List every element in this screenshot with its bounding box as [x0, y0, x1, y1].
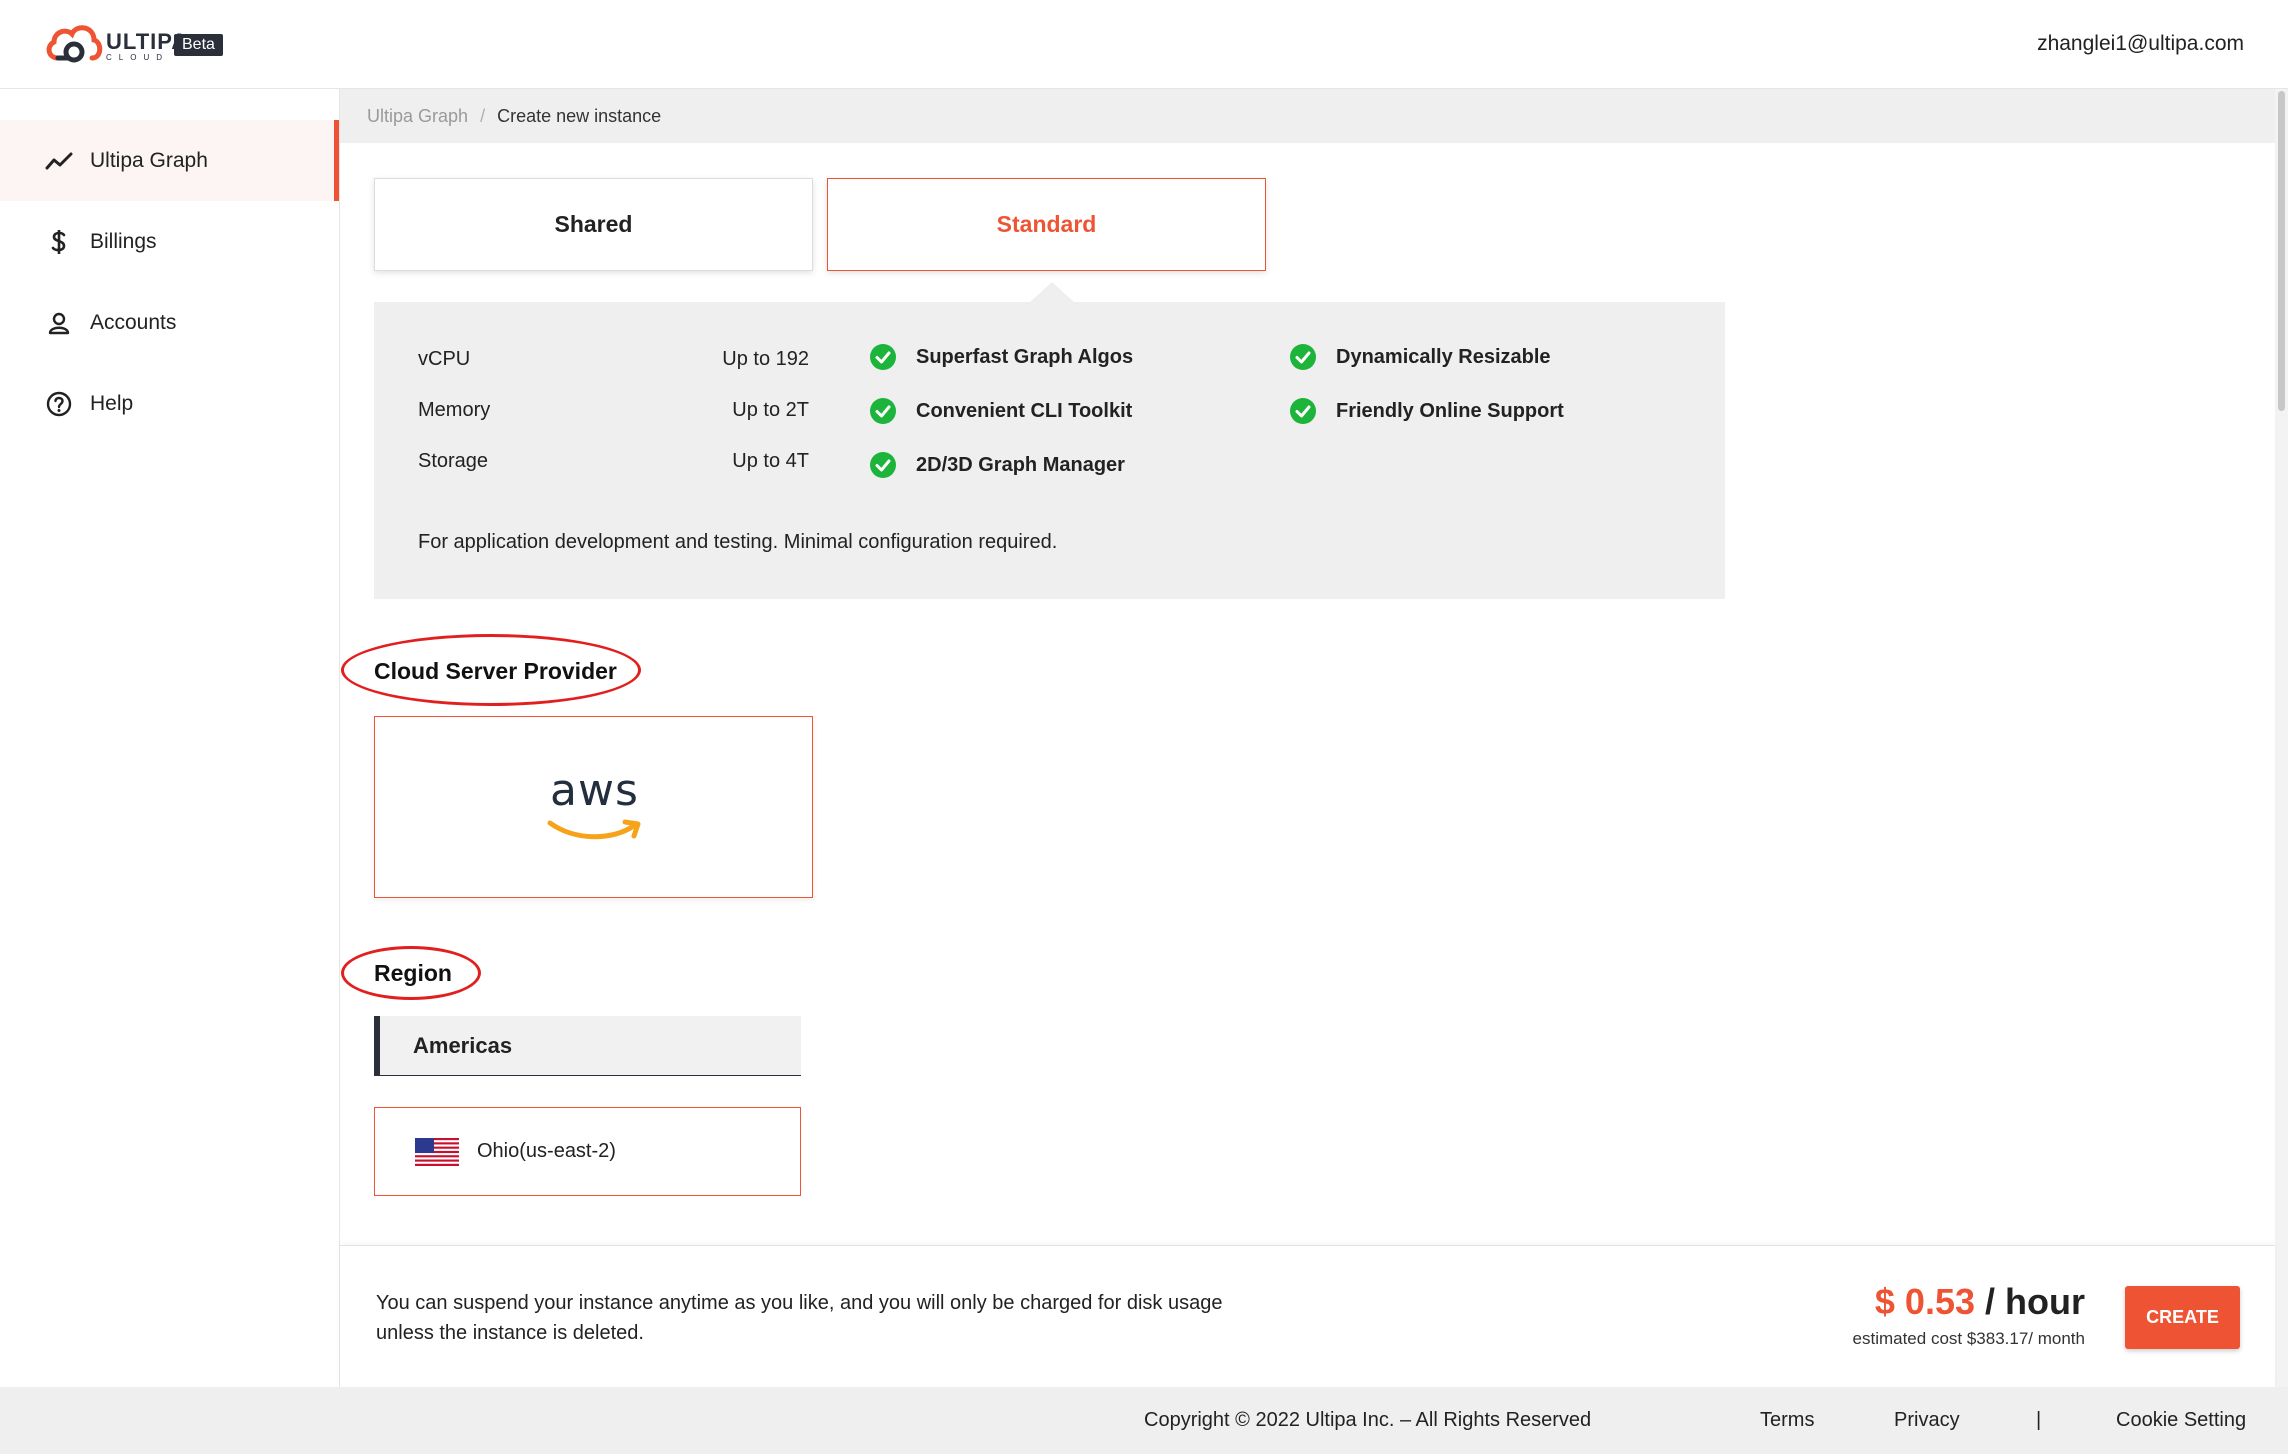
plan-card-label: Standard [996, 211, 1097, 237]
bottom-action-bar: You can suspend your instance anytime as… [340, 1245, 2275, 1387]
create-button[interactable]: CREATE [2125, 1286, 2240, 1349]
ultipa-logo[interactable]: ULTIPA CLOUD Beta [44, 18, 234, 68]
region-option-ohio[interactable]: Ohio(us-east-2) [374, 1107, 801, 1196]
sidebar-item-help[interactable]: Help [0, 363, 339, 444]
provider-section-title: Cloud Server Provider [374, 658, 617, 684]
price-summary: $ 0.53 / hour estimated cost $383.17/ mo… [1853, 1281, 2085, 1349]
sidebar-item-label: Ultipa Graph [90, 148, 208, 172]
beta-badge: Beta [174, 34, 223, 56]
feature-label: Dynamically Resizable [1336, 345, 1551, 368]
region-tab-label: Americas [413, 1032, 513, 1058]
us-flag-icon [415, 1137, 459, 1166]
feature-item: Superfast Graph Algos [870, 344, 1133, 370]
price-unit: / hour [1975, 1281, 2085, 1322]
plan-description: For application development and testing.… [418, 531, 1058, 553]
cloud-logo-icon [46, 25, 103, 63]
check-circle-icon [1290, 398, 1316, 424]
spec-value: Up to 4T [732, 450, 809, 472]
selected-plan-pointer [1030, 282, 1074, 302]
breadcrumb-separator: / [480, 105, 486, 126]
feature-item: 2D/3D Graph Manager [870, 452, 1125, 478]
footer-divider: | [2036, 1409, 2042, 1431]
breadcrumb-parent-link[interactable]: Ultipa Graph [367, 106, 468, 127]
billing-note: You can suspend your instance anytime as… [376, 1292, 1223, 1344]
plan-card-shared[interactable]: Shared [374, 178, 813, 271]
spec-label: Memory [418, 399, 491, 421]
spec-label: vCPU [418, 348, 471, 370]
help-circle-icon [44, 389, 74, 419]
sidebar-item-accounts[interactable]: Accounts [0, 282, 339, 363]
aws-logo-text: aws [550, 765, 639, 816]
breadcrumb: Ultipa Graph / Create new instance [340, 89, 2276, 143]
region-section-title: Region [374, 960, 452, 986]
sidebar-item-ultipa-graph[interactable]: Ultipa Graph [0, 120, 339, 201]
breadcrumb-current: Create new instance [497, 105, 662, 126]
estimated-monthly-cost: estimated cost $383.17/ month [1852, 1329, 2085, 1348]
price-amount: $ 0.53 [1874, 1281, 1975, 1322]
feature-label: 2D/3D Graph Manager [916, 453, 1125, 476]
sidebar-item-billings[interactable]: Billings [0, 201, 339, 282]
footer-link-terms[interactable]: Terms [1760, 1409, 1814, 1432]
sidebar-item-label: Billings [90, 229, 157, 253]
spec-value: Up to 2T [732, 399, 809, 421]
check-circle-icon [1290, 344, 1316, 370]
feature-item: Convenient CLI Toolkit [870, 398, 1132, 424]
check-circle-icon [870, 344, 896, 370]
plan-details-panel: vCPU Up to 192 Memory Up to 2T Storage U… [374, 302, 1725, 599]
hourly-price: $ 0.53 / hour [1853, 1281, 2085, 1323]
plan-card-standard[interactable]: Standard [827, 178, 1266, 271]
dollar-icon [44, 227, 74, 257]
footer-copyright: Copyright © 2022 Ultipa Inc. – All Right… [1144, 1409, 1592, 1431]
check-circle-icon [870, 398, 896, 424]
sidebar: Ultipa Graph Billings Accounts Help [0, 89, 340, 1387]
vertical-scrollbar[interactable] [2275, 89, 2288, 1387]
spec-label: Storage [418, 450, 489, 472]
feature-label: Superfast Graph Algos [916, 345, 1134, 368]
plan-card-label: Shared [554, 211, 633, 237]
footer-link-cookie-setting[interactable]: Cookie Setting [2116, 1409, 2246, 1432]
provider-card-aws[interactable]: aws [374, 716, 813, 898]
page-footer: Copyright © 2022 Ultipa Inc. – All Right… [0, 1387, 2288, 1454]
spec-value: Up to 192 [722, 348, 809, 370]
footer-link-privacy[interactable]: Privacy [1894, 1409, 1960, 1432]
aws-smile-icon [547, 819, 641, 840]
sidebar-item-label: Help [90, 391, 134, 415]
trend-line-icon [44, 146, 74, 176]
logo-subtitle: CLOUD [106, 53, 170, 62]
feature-item: Dynamically Resizable [1290, 344, 1551, 370]
feature-label: Convenient CLI Toolkit [916, 399, 1133, 422]
region-tab-americas[interactable]: Americas [374, 1016, 801, 1076]
user-icon [44, 308, 74, 338]
sidebar-item-label: Accounts [90, 310, 177, 334]
region-option-label: Ohio(us-east-2) [477, 1140, 616, 1162]
user-email[interactable]: zhanglei1@ultipa.com [2037, 32, 2244, 56]
check-circle-icon [870, 452, 896, 478]
app-header: ULTIPA CLOUD Beta zhanglei1@ultipa.com [0, 0, 2288, 89]
feature-label: Friendly Online Support [1336, 399, 1564, 422]
scrollbar-thumb[interactable] [2278, 91, 2285, 411]
feature-item: Friendly Online Support [1290, 398, 1564, 424]
